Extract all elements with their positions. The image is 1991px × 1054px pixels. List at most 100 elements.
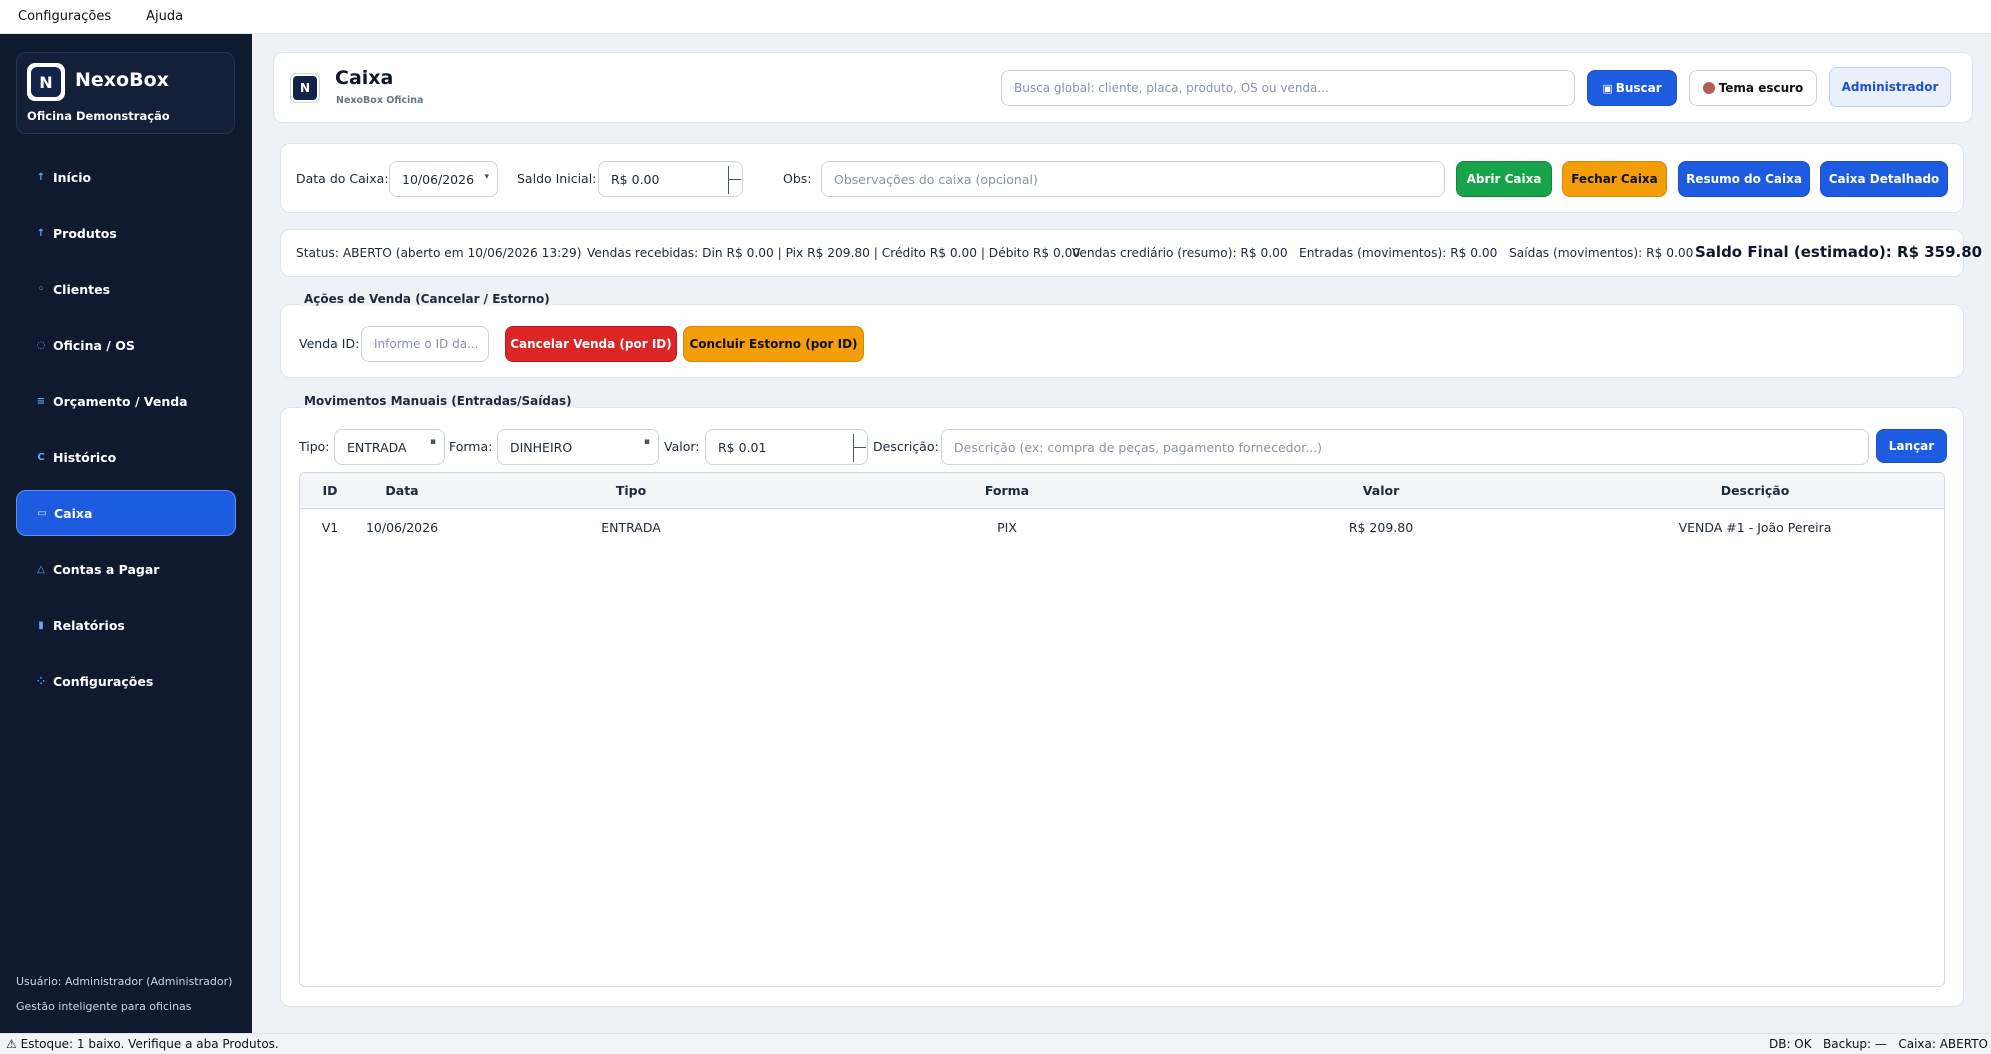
col-type[interactable]: Tipo (616, 483, 646, 498)
box-icon: ↑ (36, 227, 46, 239)
home-icon: ↑ (36, 171, 46, 183)
dropdown-icon: ▪ (429, 437, 436, 447)
sidebar-item-label: Contas a Pagar (53, 561, 160, 577)
wrench-icon: ◌ (36, 339, 46, 351)
sale-id-input[interactable]: Informe o ID da... (361, 326, 489, 362)
cash-controls-card: Data do Caixa: 10/06/2026 ▾ Saldo Inicial… (280, 143, 1964, 213)
warning-icon: △ (37, 563, 45, 575)
credit-sales-text: Vendas crediário (resumo): R$ 0.00 (1072, 246, 1288, 260)
value-field[interactable]: R$ 0.01 (705, 429, 868, 465)
cell-date: 10/06/2026 (365, 520, 439, 535)
history-icon: C (37, 451, 45, 463)
col-description[interactable]: Descrição (1721, 483, 1790, 498)
dropdown-icon: ▾ (484, 172, 489, 182)
col-form[interactable]: Forma (985, 483, 1029, 498)
page-subtitle: NexoBox Oficina (336, 95, 424, 106)
system-status: DB: OK Backup: — Caixa: ABERTO (1768, 1037, 1988, 1051)
close-cash-button[interactable]: Fechar Caixa (1562, 161, 1667, 197)
cancel-sale-button[interactable]: Cancelar Venda (por ID) (505, 326, 677, 362)
obs-label: Obs: (783, 171, 812, 186)
brand-subtitle: Oficina Demonstração (27, 109, 170, 123)
sale-id-label: Venda ID: (299, 336, 360, 351)
col-date[interactable]: Data (385, 483, 418, 498)
sidebar-user: Usuário: Administrador (Administrador) (16, 975, 233, 988)
exits-text: Saídas (movimentos): R$ 0.00 (1509, 246, 1694, 260)
col-id[interactable]: ID (322, 483, 337, 498)
sidebar-item-clientes[interactable]: ◦ Clientes (16, 266, 236, 312)
sale-actions-title: Ações de Venda (Cancelar / Estorno) (300, 292, 554, 306)
logo-icon: N (31, 67, 61, 97)
sidebar-item-caixa[interactable]: ▭ Caixa (16, 490, 236, 536)
sidebar-item-label: Configurações (53, 673, 154, 689)
sidebar-item-configuracoes[interactable]: ⁘ Configurações (16, 658, 236, 704)
sidebar-item-oficina[interactable]: ◌ Oficina / OS (16, 322, 236, 368)
menu-settings[interactable]: Configurações (14, 7, 115, 26)
sidebar-item-label: Produtos (53, 225, 117, 241)
list-icon: ≡ (36, 395, 46, 407)
user-icon: ◦ (37, 283, 45, 295)
type-label: Tipo: (299, 439, 330, 454)
sale-actions-card: Venda ID: Informe o ID da... Cancelar Ve… (280, 304, 1964, 378)
brand-logo: N (27, 63, 65, 101)
obs-input[interactable]: Observações do caixa (opcional) (821, 161, 1445, 197)
sidebar-item-orcamento[interactable]: ≡ Orçamento / Venda (16, 378, 236, 424)
form-label: Forma: (449, 439, 493, 454)
spinner-icon (853, 434, 867, 462)
sales-received-text: Vendas recebidas: Din R$ 0.00 | Pix R$ 2… (587, 246, 1081, 260)
search-icon: ▣ (1602, 81, 1613, 95)
entries-text: Entradas (movimentos): R$ 0.00 (1299, 246, 1498, 260)
menubar: Configurações Ajuda (0, 0, 1991, 34)
page-title: Caixa (335, 67, 394, 89)
initial-balance-field[interactable]: R$ 0.00 (598, 161, 743, 197)
gear-icon: ⁘ (36, 675, 46, 687)
form-select[interactable]: DINHEIRO ▪ (497, 429, 659, 465)
moon-icon (1702, 82, 1715, 94)
sidebar-item-label: Clientes (53, 281, 111, 297)
value-label: Valor: (664, 439, 700, 454)
open-cash-button[interactable]: Abrir Caixa (1456, 161, 1552, 197)
sidebar-nav: ↑ Início ↑ Produtos ◦ Clientes ◌ Oficina / O… (16, 154, 236, 714)
brand-name: NexoBox (75, 69, 169, 91)
description-label: Descrição: (873, 439, 939, 454)
cash-status-card: Status: ABERTO (aberto em 10/06/2026 13:… (280, 229, 1982, 277)
date-field[interactable]: 10/06/2026 ▾ (389, 161, 498, 197)
table-header: ID Data Tipo Forma Valor Descrição (300, 473, 1944, 509)
cell-value: R$ 209.80 (1348, 520, 1414, 535)
menu-help[interactable]: Ajuda (142, 7, 187, 26)
cash-detail-button[interactable]: Caixa Detalhado (1820, 161, 1948, 197)
stock-warning: ⚠ Estoque: 1 baixo. Verifique a aba Prod… (6, 1037, 279, 1051)
status-text: Status: ABERTO (aberto em 10/06/2026 13:… (296, 246, 582, 260)
sidebar-item-inicio[interactable]: ↑ Início (16, 154, 236, 200)
search-button[interactable]: ▣ Buscar (1587, 70, 1677, 106)
sidebar-item-historico[interactable]: C Histórico (16, 434, 236, 480)
date-label: Data do Caixa: (296, 171, 389, 186)
sidebar-item-label: Orçamento / Venda (53, 393, 188, 409)
admin-button[interactable]: Administrador (1829, 67, 1951, 107)
refund-button[interactable]: Concluir Estorno (por ID) (683, 326, 864, 362)
global-search-input[interactable] (1001, 70, 1575, 106)
cell-id: V1 (321, 520, 339, 535)
sidebar-item-label: Relatórios (53, 617, 125, 633)
description-input[interactable]: Descrição (ex: compra de peças, pagament… (941, 429, 1869, 465)
sidebar-item-label: Início (53, 169, 92, 185)
cell-type: ENTRADA (601, 520, 661, 535)
brand-card: N NexoBox Oficina Demonstração (16, 52, 235, 134)
sidebar-item-relatorios[interactable]: ▮ Relatórios (16, 602, 236, 648)
type-select[interactable]: ENTRADA ▪ (334, 429, 445, 465)
chart-icon: ▮ (38, 619, 44, 631)
sidebar-item-contas[interactable]: △ Contas a Pagar (16, 546, 236, 592)
cash-icon: ▭ (37, 507, 47, 519)
cell-form: PIX (997, 520, 1017, 535)
cell-description: VENDA #1 - João Pereira (1678, 520, 1832, 535)
theme-toggle-button[interactable]: Tema escuro (1689, 70, 1817, 106)
sidebar-item-produtos[interactable]: ↑ Produtos (16, 210, 236, 256)
balance-label: Saldo Inicial: (517, 171, 597, 186)
movements-table: ID Data Tipo Forma Valor Descrição V1 10… (299, 472, 1945, 987)
sidebar: N NexoBox Oficina Demonstração ↑ Início ↑… (0, 34, 252, 1033)
header-logo: N (290, 73, 320, 103)
cash-summary-button[interactable]: Resumo do Caixa (1678, 161, 1810, 197)
launch-button[interactable]: Lançar (1876, 429, 1947, 463)
col-value[interactable]: Valor (1363, 483, 1399, 498)
page-header: N Caixa NexoBox Oficina ▣Buscar Tema esc… (273, 52, 1973, 123)
dropdown-icon: ▪ (643, 437, 650, 447)
